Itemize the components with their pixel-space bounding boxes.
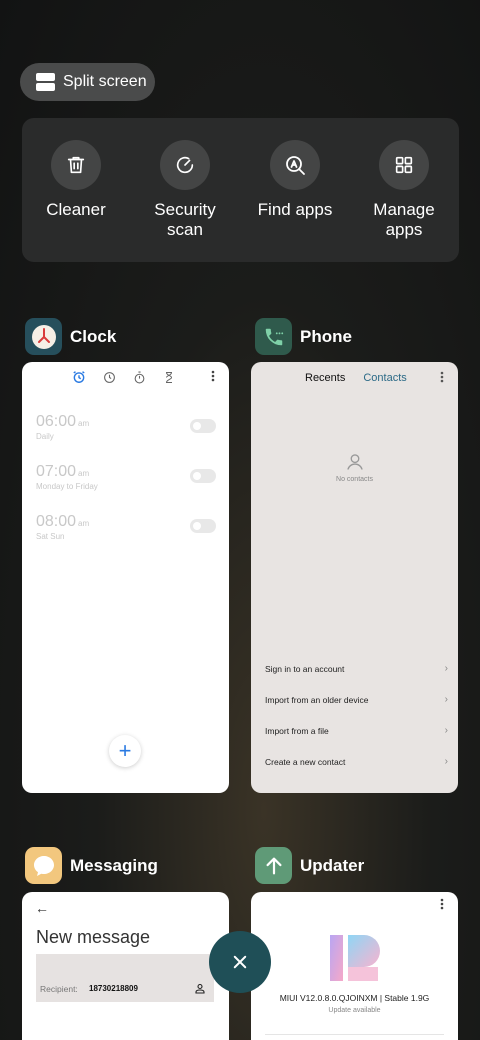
security-scan-button[interactable]: Security scan (135, 140, 235, 240)
updater-app-name: Updater (300, 855, 365, 875)
list-item-label: Sign in to an account (265, 663, 345, 674)
clock-app-name: Clock (70, 326, 117, 346)
alarm-ampm: am (78, 519, 90, 528)
manage-apps-label: Manage apps (373, 200, 435, 239)
cleaner-button[interactable]: Cleaner (26, 140, 126, 220)
contact-picker-icon[interactable] (194, 982, 206, 995)
alarm-ampm: am (78, 419, 90, 428)
manage-apps-button[interactable]: Manage apps (354, 140, 454, 240)
alarm-toggle[interactable] (190, 469, 216, 483)
alarm-repeat-label: Monday to Friday (36, 482, 98, 491)
list-item[interactable]: Import from a file › (265, 715, 448, 746)
back-arrow-icon[interactable]: ← (35, 900, 49, 916)
empty-contacts-state: No contacts (251, 452, 458, 483)
list-item-label: Create a new contact (265, 756, 346, 767)
alarm-item[interactable]: 06:00 am Daily (36, 413, 216, 441)
contact-actions-list: Sign in to an account › Import from an ol… (265, 653, 448, 777)
tab-contacts[interactable]: Contacts (363, 372, 406, 384)
alarm-repeat-label: Daily (36, 432, 54, 441)
close-icon (233, 955, 247, 969)
security-scan-label: Security scan (154, 200, 216, 239)
messaging-app-icon (25, 847, 62, 884)
version-text: MIUI V12.0.8.0.QJOINXM | Stable 1.9G (279, 993, 430, 1003)
person-icon (346, 454, 363, 470)
divider (265, 1034, 444, 1035)
split-screen-button[interactable]: Split screen (20, 63, 155, 101)
updater-app-preview[interactable]: MIUI V12.0.8.0.QJOINXM | Stable 1.9G Upd… (251, 892, 458, 1040)
updater-app-icon (255, 847, 292, 884)
recipient-label: Recipient: (40, 984, 78, 994)
chevron-right-icon: › (444, 694, 448, 705)
quick-tools-panel: Cleaner Security scan Find apps Manage a… (22, 118, 459, 262)
no-contacts-text: No contacts (336, 476, 373, 483)
alarm-time: 06:00 (36, 413, 77, 430)
timer-icon (166, 371, 173, 383)
split-screen-icon (36, 73, 55, 91)
stopwatch-icon (134, 371, 145, 383)
world-clock-icon (104, 371, 115, 383)
trash-icon (51, 140, 101, 190)
chevron-right-icon: › (444, 725, 448, 736)
alarm-ampm: am (78, 469, 90, 478)
more-options-icon (440, 898, 444, 910)
cleaner-label: Cleaner (46, 200, 106, 219)
messaging-app-preview[interactable]: ← New message Recipient: 18730218809 (22, 892, 229, 1040)
list-item-label: Import from an older device (265, 694, 369, 705)
miui-logo-icon (330, 935, 380, 981)
security-scan-icon (160, 140, 210, 190)
clock-app-preview[interactable]: 06:00 am Daily 07:00 am Monday to Friday 0… (22, 362, 229, 793)
recipient-value: 18730218809 (89, 984, 138, 993)
new-message-title: New message (36, 927, 151, 947)
alarm-toggle[interactable] (190, 519, 216, 533)
alarm-toggle[interactable] (190, 419, 216, 433)
more-options-icon (211, 370, 215, 382)
phone-tab-bar: Recents Contacts (305, 372, 407, 384)
chevron-right-icon: › (444, 663, 448, 674)
alarm-time: 07:00 (36, 463, 77, 480)
list-item[interactable]: Create a new contact › (265, 746, 448, 777)
list-item[interactable]: Sign in to an account › (265, 653, 448, 684)
alarm-item[interactable]: 07:00 am Monday to Friday (36, 463, 216, 491)
phone-app-preview[interactable]: Recents Contacts No contacts Sign in to … (251, 362, 458, 793)
clock-app-header[interactable]: Clock (25, 318, 116, 355)
recipient-field[interactable]: Recipient: 18730218809 (36, 954, 214, 1002)
messaging-app-header[interactable]: Messaging (25, 847, 158, 884)
phone-app-header[interactable]: Phone (255, 318, 352, 355)
phone-app-icon (255, 318, 292, 355)
list-item-label: Import from a file (265, 725, 329, 736)
alarm-item[interactable]: 08:00 am Sat Sun (36, 513, 216, 541)
alarm-icon (73, 371, 85, 383)
messaging-app-name: Messaging (70, 855, 158, 875)
chevron-right-icon: › (444, 756, 448, 767)
update-status-text: Update available (328, 1007, 381, 1014)
alarm-time: 08:00 (36, 513, 77, 530)
clock-app-icon (25, 318, 62, 355)
phone-app-name: Phone (300, 326, 352, 346)
add-alarm-button[interactable]: + (109, 735, 141, 767)
find-apps-button[interactable]: Find apps (245, 140, 345, 220)
clock-tab-bar (72, 370, 175, 384)
updater-app-header[interactable]: Updater (255, 847, 364, 884)
clear-all-button[interactable] (209, 931, 271, 993)
more-options-icon (440, 371, 444, 383)
list-item[interactable]: Import from an older device › (265, 684, 448, 715)
tab-recents[interactable]: Recents (305, 372, 345, 384)
find-apps-label: Find apps (257, 200, 333, 219)
grid-icon (379, 140, 429, 190)
alarm-repeat-label: Sat Sun (36, 532, 65, 541)
split-screen-label: Split screen (63, 73, 147, 90)
find-apps-icon (270, 140, 320, 190)
